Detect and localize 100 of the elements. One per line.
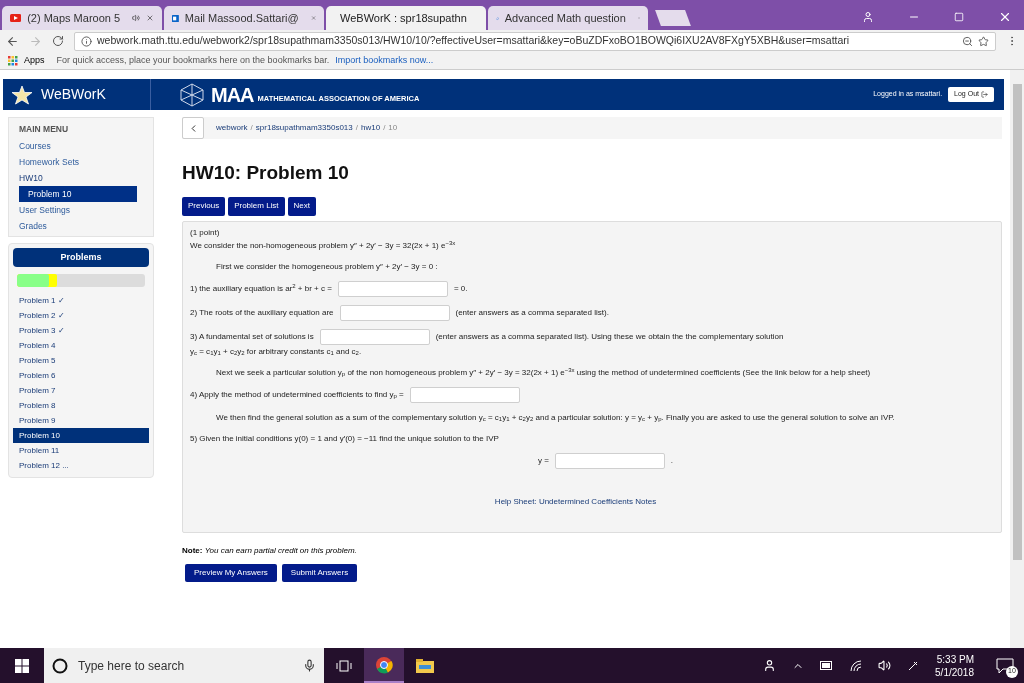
problem-text: First we consider the homogeneous problem y″ + 2y′ − 3y = 0 :: [216, 261, 438, 271]
menu-link[interactable]: Problem 10: [19, 186, 137, 202]
tab-title: WeBWorK : spr18supathn: [340, 10, 467, 26]
problem-link[interactable]: Problem 9: [13, 413, 149, 428]
problem-text: (enter answers as a comma separated list).: [455, 307, 609, 317]
breadcrumb-separator: /: [250, 122, 253, 134]
notification-icon[interactable]: [996, 657, 1014, 674]
tab-title: Mail Massood.Sattari@: [184, 10, 299, 26]
answer-field[interactable]: [339, 304, 450, 321]
new-tab-button[interactable]: [655, 10, 691, 26]
scrollbar[interactable]: [1010, 70, 1024, 648]
chrome-taskbar-button[interactable]: [364, 648, 404, 683]
close-icon[interactable]: [146, 13, 154, 23]
browser-tab[interactable]: Mail Massood.Sattari@: [164, 6, 324, 30]
close-icon[interactable]: [998, 10, 1012, 24]
nav-button[interactable]: Previous: [182, 196, 226, 216]
apps-grid-icon: [8, 55, 18, 66]
problem-text: We consider the non-homogeneous problem y″ + 2y′ − 3y = 32(2x + 1) e$^{−3x}$: [190, 240, 456, 250]
page-title: HW10: Problem 10: [182, 161, 350, 185]
problem-link[interactable]: Problem 1 ✓: [13, 293, 149, 308]
problem-text: 1) the auxiliary equation is ar$^{2}$ + br + c =: [190, 283, 332, 293]
problem-text: (1 point): [190, 227, 220, 237]
restore-icon[interactable]: [954, 12, 964, 22]
problem-text: 4) Apply the method of undetermined coefficients to find y$_{p}$ =: [190, 389, 404, 399]
menu-link[interactable]: Homework Sets: [19, 154, 153, 170]
windows-logo-icon[interactable]: [15, 658, 29, 673]
problem-text: y$_{c}$ = c$_{1}$y$_{1}$ + c$_{2}$y$_{2}$ for arbitrary constants c$_{1}$ and c$_{2}$.: [190, 346, 362, 356]
import-bookmarks-link[interactable]: Import bookmarks now...: [335, 53, 434, 68]
taskbar-search-field[interactable]: Type here to search: [44, 648, 324, 683]
breadcrumb-link[interactable]: hw10: [361, 122, 381, 134]
menu-link[interactable]: HW10: [19, 170, 153, 186]
bookmark-star-icon[interactable]: [978, 35, 989, 47]
partial-credit-note: Note: You can earn partial credit on this problem.: [182, 544, 358, 557]
problem-text: (enter answers as a comma separated list). Using these we obtain the the complementary solution: [435, 331, 784, 341]
folder-icon[interactable]: [416, 658, 434, 673]
tab-title: Advanced Math question: [504, 10, 626, 26]
problem-link[interactable]: Problem 6: [13, 368, 149, 383]
browser-tab[interactable]: Advanced Math question: [488, 6, 648, 30]
play-icon: [10, 13, 22, 23]
maa-logo-text: MAA: [211, 82, 254, 108]
problem-link[interactable]: Problem 11: [13, 443, 149, 458]
breadcrumb-link[interactable]: spr18supathmam3350s013: [255, 122, 353, 134]
battery-icon: [820, 661, 835, 670]
star-logo-icon: [11, 84, 33, 105]
pen-icon: [907, 659, 920, 672]
problem-text: 3) A fundamental set of solutions is: [190, 331, 314, 341]
problem-link[interactable]: Problem 10: [13, 428, 149, 443]
browser-icon: [375, 655, 393, 674]
people-icon[interactable]: [763, 659, 777, 672]
address-bar[interactable]: webwork.math.ttu.edu/webwork2/spr18supathmam3350s013/HW10/10/?effectiveUser=msattari&key=oBuZDFxoBO1BOWQi6IXU2AV8FXgY5XBH&user=msattari: [74, 31, 996, 51]
reload-icon[interactable]: [52, 35, 64, 47]
log-out-icon: [981, 91, 988, 98]
problem-text: We then find the general solution as a sum of the complementary solution y$_{c}$ = c$_{1}$y$_{1}$ + c$_{2}$y$_{2}$ and a particular solution: y = y$_{c}$ + y$_{p}$. Finally you are asked to use the general solution to solve an IVP.: [216, 412, 895, 422]
answer-field[interactable]: [319, 328, 430, 345]
zoom-out-icon[interactable]: [962, 35, 973, 47]
answer-field[interactable]: [337, 280, 448, 297]
problem-link[interactable]: Problem 12 ...: [13, 458, 149, 473]
problem-link[interactable]: Problem 7: [13, 383, 149, 398]
task-view-icon[interactable]: [336, 659, 352, 672]
problem-text: = 0.: [453, 283, 468, 293]
profile-icon[interactable]: [862, 11, 874, 23]
problems-heading: Problems: [13, 248, 149, 267]
maa-logo-icon: [179, 82, 205, 107]
submit-button[interactable]: Submit Answers: [281, 563, 358, 582]
problem-link[interactable]: Problem 8: [13, 398, 149, 413]
clock-time: 5:33 PM: [936, 652, 974, 666]
problem-text: 5) Given the initial conditions y(0) = 1 and y′(0) = −11 find the unique solution to the IVP: [190, 433, 499, 443]
menu-link[interactable]: Courses: [19, 138, 153, 154]
problem-text: y =: [537, 455, 549, 465]
problem-link[interactable]: Problem 4: [13, 338, 149, 353]
browser-tab[interactable]: (2) Maps Maroon 5: [2, 6, 162, 30]
back-icon[interactable]: [6, 34, 19, 48]
webwork-logo-text: WeBWorK: [41, 85, 106, 104]
problem-text: 2) The roots of the auxiliary equation are: [190, 307, 334, 317]
menu-link[interactable]: Grades: [19, 218, 153, 234]
answer-field[interactable]: [554, 452, 665, 469]
answer-field[interactable]: [409, 386, 520, 403]
speaker-icon[interactable]: [878, 659, 892, 672]
url-text: webwork.math.ttu.edu/webwork2/spr18supathmam3350s013/HW10/10/?effectiveUser=msattari&key=oBuZDFxoBO1BOWQi6IXU2AV8FXgY5XBH&user=msattari: [97, 33, 851, 49]
microphone-icon[interactable]: [303, 659, 316, 672]
bookmark-hint: For quick access, place your bookmarks here on the bookmarks bar.: [56, 53, 330, 67]
breadcrumb-separator: /: [383, 122, 386, 134]
breadcrumb-current: 10: [388, 122, 398, 134]
main-menu-heading: MAIN MENU: [18, 123, 70, 136]
problem-text: .: [670, 455, 674, 465]
nav-button[interactable]: Problem List: [228, 196, 285, 216]
apps-link[interactable]: Apps: [24, 53, 45, 68]
breadcrumb-separator: /: [355, 122, 358, 134]
help-sheet-link[interactable]: Help Sheet: Undetermined Coefficients Notes: [494, 496, 657, 506]
problem-link[interactable]: Problem 5: [13, 353, 149, 368]
search-placeholder: Type here to search: [78, 657, 186, 675]
problem-link[interactable]: Problem 2 ✓: [13, 308, 149, 323]
submit-button[interactable]: Preview My Answers: [185, 563, 277, 582]
breadcrumb-link[interactable]: webwork: [216, 122, 248, 134]
problem-text: Next we seek a particular solution y$_{p}$ of the non homogeneous problem y″ + 2y′ − 3y = 32(2x + 1) e$^{−3x}$ using the method of undetermined coefficients (See the link below for a help sheet): [216, 367, 871, 377]
nav-button[interactable]: Next: [287, 196, 317, 216]
browser-tab[interactable]: WeBWorK : spr18supathn: [326, 6, 486, 30]
problem-link[interactable]: Problem 3 ✓: [13, 323, 149, 338]
menu-link[interactable]: User Settings: [19, 202, 153, 218]
cortana-circle-icon: [52, 657, 68, 674]
